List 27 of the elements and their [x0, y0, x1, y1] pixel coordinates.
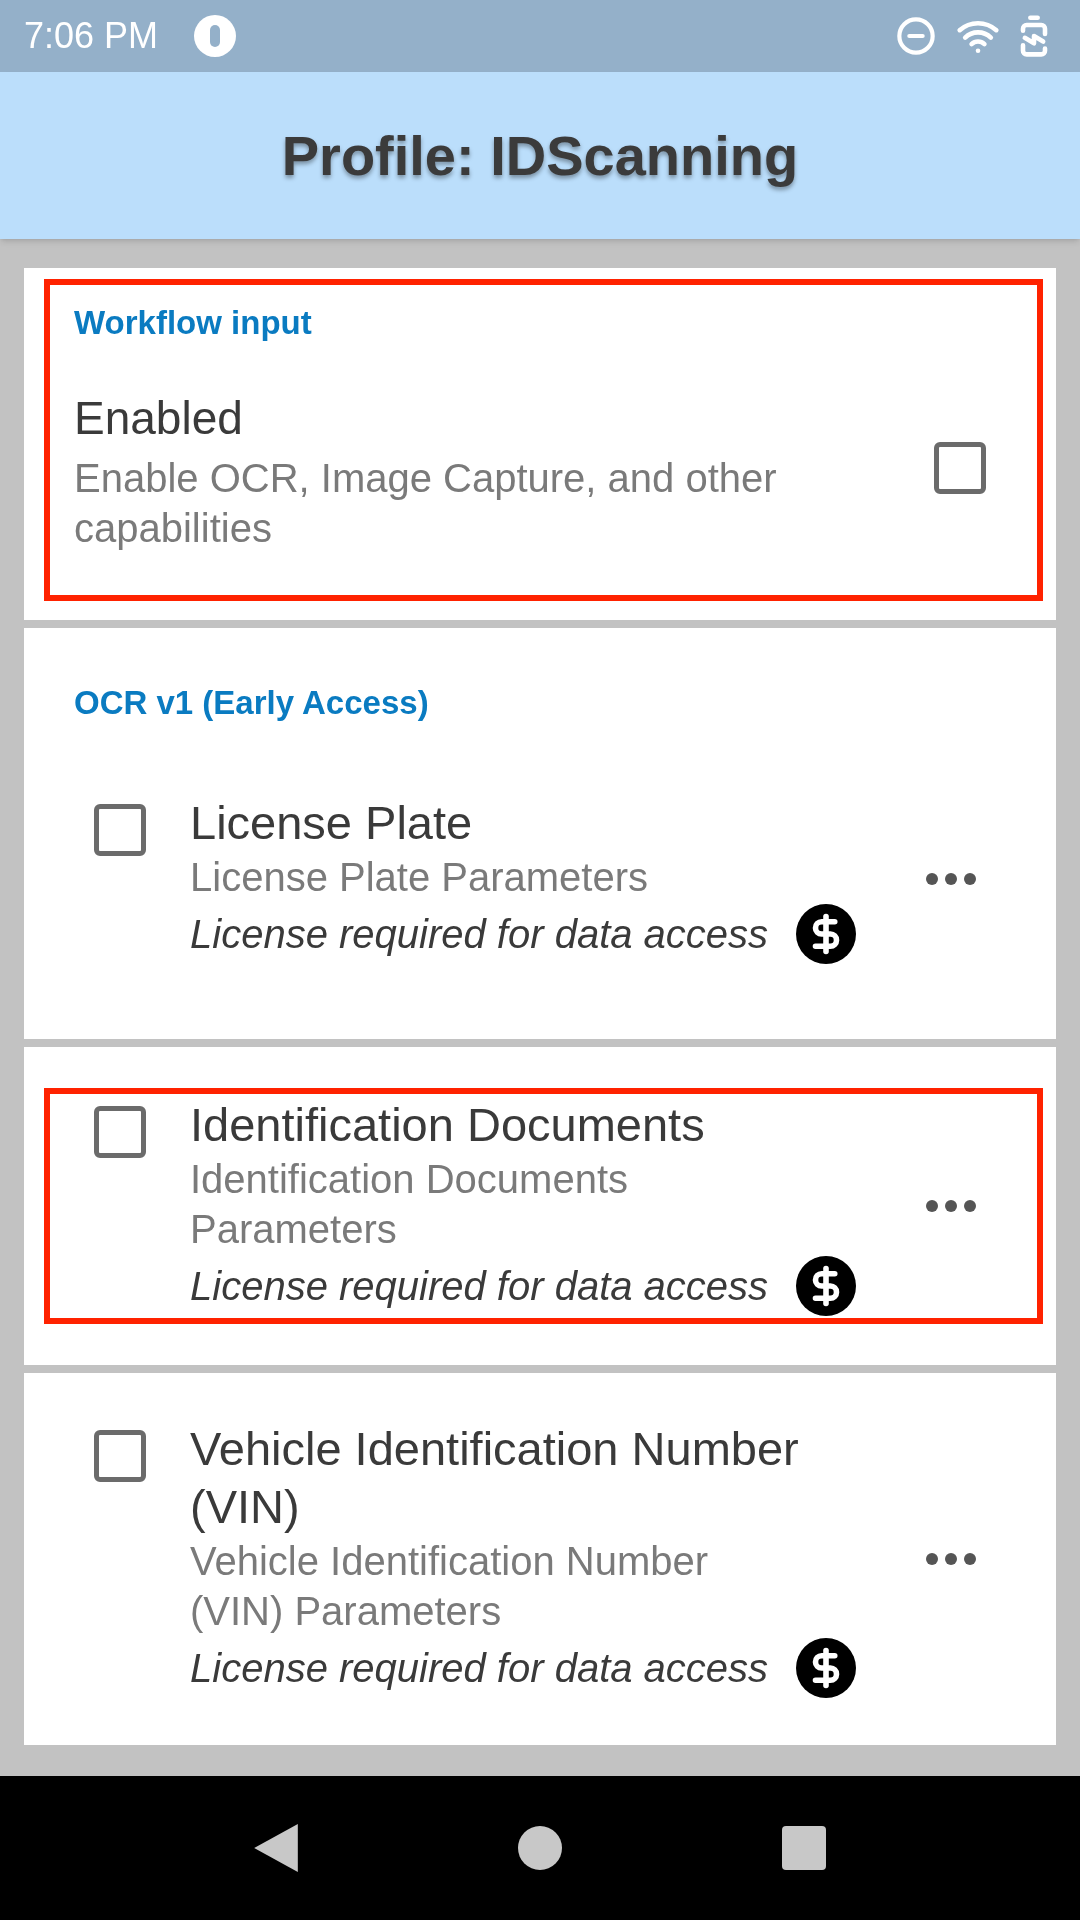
section-header: OCR v1 (Early Access): [73, 683, 430, 724]
license-note: License required for data access: [190, 1263, 769, 1311]
more-icon[interactable]: [926, 1553, 976, 1566]
checkbox[interactable]: [94, 1106, 146, 1159]
license-note: License required for data access: [190, 910, 769, 958]
item-title: Vehicle Identification Number (VIN): [190, 1421, 800, 1536]
item-summary: License Plate Parameters: [190, 853, 649, 901]
app-icon: [194, 14, 237, 57]
setting-title: Enabled: [74, 390, 244, 446]
status-time: 7:06 PM: [24, 13, 159, 58]
do-not-disturb-icon: [896, 15, 936, 56]
checkbox[interactable]: [934, 442, 986, 495]
home-icon[interactable]: [518, 1826, 562, 1871]
section-header: Workflow input: [74, 303, 313, 344]
recents-icon[interactable]: [782, 1826, 826, 1871]
back-icon[interactable]: [254, 1824, 298, 1873]
page-title: Profile: IDScanning: [281, 122, 799, 189]
item-summary: Identification Documents Parameters: [190, 1156, 629, 1254]
checkbox[interactable]: [94, 1430, 146, 1483]
item-summary: Vehicle Identification Number (VIN) Parameters: [190, 1538, 710, 1636]
checkbox[interactable]: [94, 803, 146, 856]
license-note: License required for data access: [190, 1645, 769, 1693]
item-title: License Plate: [190, 794, 474, 851]
item-title: Identification Documents: [190, 1097, 706, 1154]
more-icon[interactable]: [926, 872, 976, 885]
more-icon[interactable]: [926, 1200, 976, 1213]
setting-summary: Enable OCR, Image Capture, and other capabilities: [74, 454, 778, 552]
